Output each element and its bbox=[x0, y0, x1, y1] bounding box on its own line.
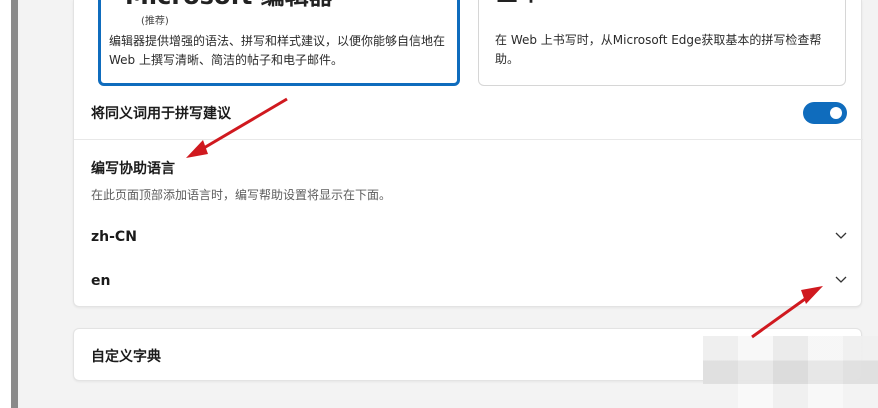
custom-dictionary-label: 自定义字典 bbox=[91, 349, 161, 365]
language-item-en[interactable]: en bbox=[74, 263, 863, 299]
language-label: en bbox=[91, 273, 111, 289]
editor-option-description: 编辑器提供增强的语法、拼写和样式建议，以便你能够自信地在 Web 上撰写清晰、简… bbox=[109, 34, 446, 67]
editor-option-card[interactable]: Microsoft 编辑器 (推荐) 编辑器提供增强的语法、拼写和样式建议，以便… bbox=[98, 0, 460, 86]
language-item-zh-cn[interactable]: zh-CN bbox=[74, 219, 863, 255]
writing-languages-description: 在此页面顶部添加语言时，编写帮助设置将显示在下面。 bbox=[91, 188, 392, 202]
language-label: zh-CN bbox=[91, 229, 137, 245]
spelling-settings-card: Microsoft 编辑器 (推荐) 编辑器提供增强的语法、拼写和样式建议，以便… bbox=[73, 0, 863, 307]
watermark-blur bbox=[703, 336, 878, 408]
editor-option-title-wrap: Microsoft 编辑器 bbox=[125, 0, 333, 9]
chevron-down-icon[interactable] bbox=[835, 276, 847, 284]
basic-option-title: 基本 bbox=[495, 0, 543, 5]
basic-option-card[interactable]: 基本 在 Web 上书写时，从Microsoft Edge获取基本的拼写检查帮助… bbox=[478, 0, 846, 86]
writing-languages-title: 编写协助语言 bbox=[91, 161, 175, 177]
toggle-knob bbox=[830, 107, 842, 119]
chevron-down-icon[interactable] bbox=[835, 232, 847, 240]
left-edge-bar bbox=[11, 0, 18, 408]
left-rail bbox=[0, 0, 18, 408]
synonym-setting-row: 将同义词用于拼写建议 bbox=[74, 98, 863, 128]
basic-option-description: 在 Web 上书写时，从Microsoft Edge获取基本的拼写检查帮助。 bbox=[495, 33, 822, 66]
section-divider bbox=[74, 139, 863, 140]
editor-option-recommend: (推荐) bbox=[141, 16, 169, 27]
editor-option-title: Microsoft 编辑器 bbox=[125, 0, 333, 9]
synonym-toggle[interactable] bbox=[803, 102, 847, 124]
synonym-setting-label: 将同义词用于拼写建议 bbox=[91, 106, 231, 122]
